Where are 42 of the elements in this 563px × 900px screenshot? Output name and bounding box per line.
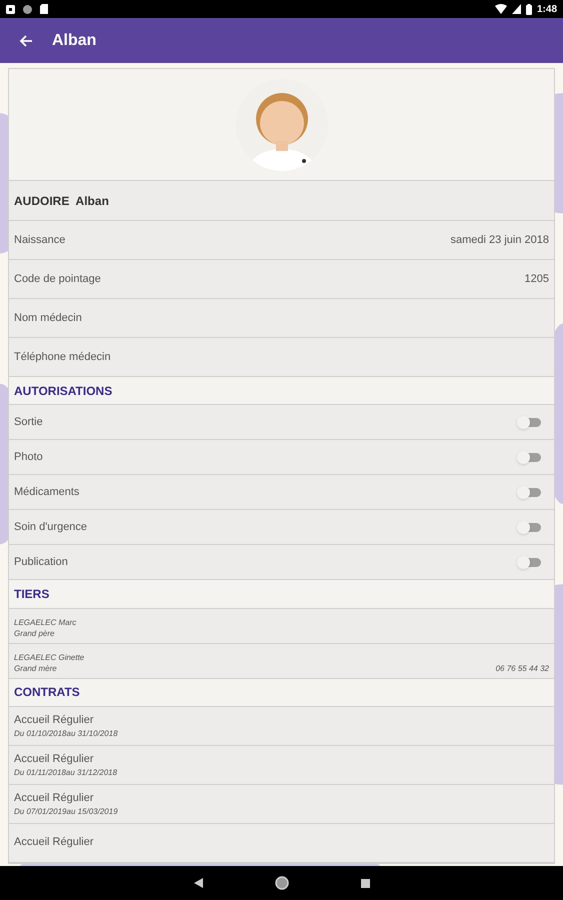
toggle-switch[interactable] [517,555,541,570]
clock-time: 1:48 [536,2,557,16]
home-button[interactable] [274,876,288,890]
sd-card-icon [40,4,48,14]
permission-label: Sortie [14,415,43,430]
permission-label: Médicaments [14,485,80,500]
permission-label: Photo [14,450,43,466]
permission-label: Soin d'urgence [14,520,88,536]
contact-name: LEGAELEC Ginette [14,654,84,662]
contract-type: Accueil Régulier [14,792,94,806]
field-value: samedi 23 juin 2018 [450,232,549,248]
screen-title: Alban [52,30,96,50]
toggle-switch[interactable] [517,520,541,534]
section-heading: CONTRATS [14,684,80,702]
contact-name: LEGAELEC Marc [14,618,76,627]
field-label: Naissance [14,232,66,248]
recents-button[interactable] [360,878,370,888]
wifi-icon [494,4,507,14]
contract-type: Accueil Régulier [14,753,94,767]
contract-type: Accueil Régulier [14,714,94,728]
field-label: Code de pointage [14,272,101,287]
field-value: 1205 [524,272,549,287]
toggle-switch[interactable] [517,485,541,500]
field-label: Nom médecin [14,310,82,326]
toggle-switch[interactable] [517,450,541,464]
field-label: Téléphone médecin [14,350,111,365]
contract-period: Du 01/11/2018au 31/12/2018 [14,768,118,777]
signal-icon [512,4,521,14]
permission-label: Publication [14,555,68,570]
contact-relation: Grand mère [14,664,58,673]
back-nav-button[interactable] [194,878,202,888]
section-heading: AUTORISATIONS [14,382,112,400]
contact-phone: 06 76 55 44 32 [496,664,549,673]
toggle-switch[interactable] [517,415,541,430]
section-heading: TIERS [14,586,50,603]
contact-relation: Grand père [14,630,56,638]
contract-period: Du 07/01/2019au 15/03/2019 [14,808,119,816]
back-arrow-icon [19,34,33,46]
contract-type: Accueil Régulier [14,836,94,850]
contract-period: Du 01/10/2018au 31/10/2018 [14,730,119,738]
child-name: AUDOIRE Alban [14,192,109,210]
battery-icon [526,4,532,14]
